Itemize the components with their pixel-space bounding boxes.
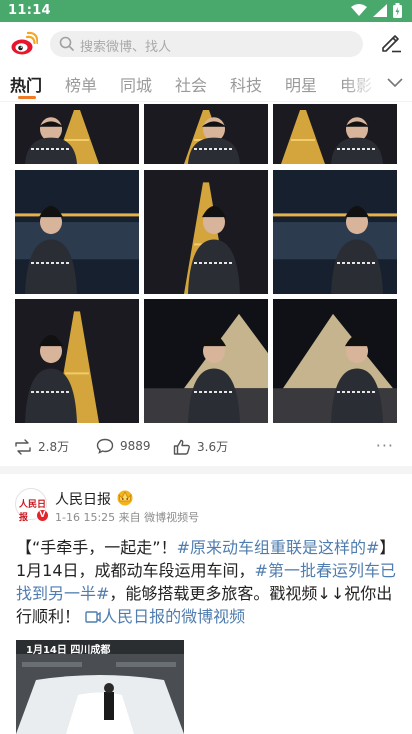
post-meta: 1-16 15:25 来自 微博视频号 [55,511,200,524]
post-text: 【“手牵手，一起走”！#原来动车组重联是这样的#】1月14日，成都动车段运用车间… [16,538,396,626]
eiffel-photo[interactable] [15,104,139,164]
tab-local[interactable]: 同城 [120,72,152,96]
compose-icon[interactable] [380,31,402,53]
weibo-logo-icon[interactable] [10,30,38,58]
active-tab-indicator [18,96,36,99]
search-input[interactable]: 搜索微博、找人 [50,31,363,57]
comment-count: 9889 [120,439,151,453]
chevron-down-icon [387,78,403,88]
video-caption: 1月14日 四川成都 [26,645,111,656]
tab-tech[interactable]: 科技 [230,72,262,96]
more-tabs-button[interactable] [378,66,412,100]
video-link-icon [85,611,101,623]
search-icon [59,36,74,51]
signal-icon [373,4,387,17]
louvre-photo[interactable] [273,299,397,423]
eiffel-photo[interactable] [273,104,397,164]
thumbs-up-icon [173,439,190,455]
video-thumbnail[interactable]: 1月14日 四川成都 [16,640,184,734]
hashtag-link[interactable]: #原来动车组重联是这样的# [177,538,380,557]
seine-photo[interactable] [15,170,139,294]
post-action-bar: 2.8万 9889 3.6万 ··· [0,432,412,462]
eiffel-photo[interactable] [15,299,139,423]
repost-count: 2.8万 [38,440,70,454]
status-bar: 11:14 [0,0,412,22]
post-author-name[interactable]: 人民日报 [55,489,111,509]
comment-button[interactable]: 9889 [96,438,151,454]
tab-rankings[interactable]: 榜单 [65,72,97,96]
gold-vip-badge-icon [117,490,133,506]
like-button[interactable]: 3.6万 [173,438,228,455]
wifi-icon [351,4,367,16]
category-tabs: 热门 榜单 同城 社会 科技 明星 电影 [0,66,412,102]
louvre-photo[interactable] [144,299,268,423]
tab-society[interactable]: 社会 [175,72,207,96]
status-time: 11:14 [8,3,51,18]
feed-divider [0,466,412,474]
like-count: 3.6万 [197,440,229,454]
repost-icon [15,438,31,455]
seine-photo[interactable] [273,170,397,294]
video-link[interactable]: 人民日报的微博视频 [85,607,245,626]
verified-badge-icon: V [36,509,49,522]
tab-stars[interactable]: 明星 [285,72,317,96]
post-more-menu-icon[interactable]: ··· [376,436,394,455]
tab-hot[interactable]: 热门 [10,72,42,96]
comment-icon [96,438,114,454]
status-icons [351,3,402,18]
eiffel-photo[interactable] [144,104,268,164]
avatar[interactable]: 人民日报 V [15,488,49,523]
top-bar: 搜索微博、找人 [0,22,412,66]
eiffel-photo[interactable] [144,170,268,294]
search-placeholder: 搜索微博、找人 [80,40,172,55]
battery-icon [393,3,402,18]
repost-button[interactable]: 2.8万 [14,438,69,455]
